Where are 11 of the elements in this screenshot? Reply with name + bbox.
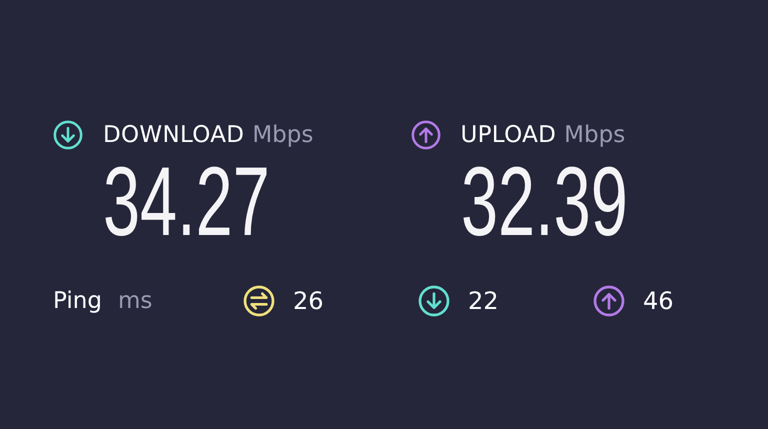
- unit-label: Mbps: [564, 122, 626, 148]
- unit-label: Mbps: [252, 122, 314, 148]
- result-label: DOWNLOAD: [103, 122, 244, 148]
- unit-label: ms: [118, 288, 152, 314]
- speed-value: 32.39: [460, 153, 628, 249]
- speed-value: 34.27: [103, 153, 270, 249]
- ping-label: Ping: [53, 288, 102, 314]
- result-label: UPLOAD: [460, 122, 556, 148]
- latency-value: 22: [468, 287, 499, 315]
- latency-value: 46: [643, 287, 674, 315]
- latency-value: 26: [293, 287, 324, 315]
